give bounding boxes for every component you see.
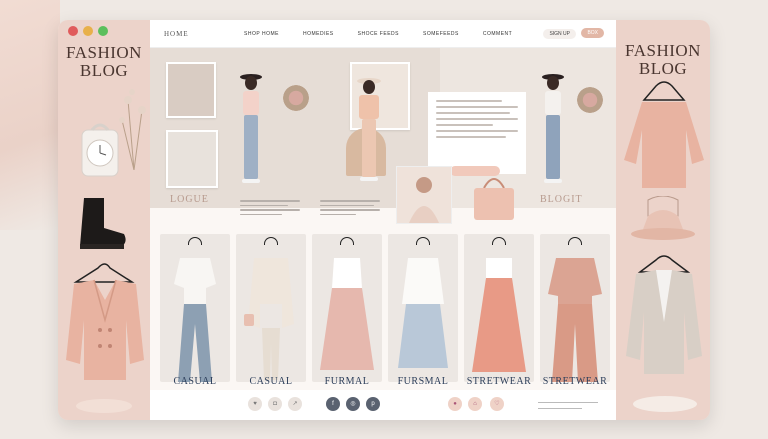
dried-flowers-icon — [118, 80, 150, 171]
blazer-icon — [622, 252, 706, 382]
left-decor-panel: FASHION BLOG — [58, 20, 150, 420]
outfit-card-6[interactable] — [540, 234, 610, 382]
facebook-icon[interactable]: f — [326, 397, 340, 411]
text-column-1 — [240, 200, 300, 218]
card-label-1: CASUAL — [173, 376, 217, 387]
brand-title-left: FASHION BLOG — [66, 43, 142, 80]
blush-jacket-icon — [60, 260, 150, 388]
share-icon[interactable]: ↗ — [288, 397, 302, 411]
outfit-card-3[interactable] — [312, 234, 382, 382]
card-label-5: STRETWEAR — [466, 376, 532, 387]
model-figure-1 — [238, 74, 264, 183]
card-label-2: CASUAL — [249, 376, 293, 387]
top-nav: HOME SHOP HOME HOMEDIES SHOCE FEEDS SOME… — [150, 20, 616, 48]
pinterest-icon[interactable]: p — [366, 397, 380, 411]
shoes-icon — [74, 392, 134, 414]
feature-photo[interactable] — [396, 166, 452, 224]
cart-icon[interactable]: ⌂ — [468, 397, 482, 411]
footer-divider — [538, 408, 582, 409]
window-controls — [68, 26, 108, 36]
heart-outline-icon[interactable]: ♡ — [490, 397, 504, 411]
instagram-icon[interactable]: ◎ — [346, 397, 360, 411]
app-window: FASHION BLOG HOME SHOP HOME HOMEDIES SHO… — [58, 20, 710, 420]
outfit-card-5[interactable] — [464, 234, 534, 382]
footer-bar — [150, 390, 616, 420]
main-content: HOME SHOP HOME HOMEDIES SHOCE FEEDS SOME… — [150, 20, 616, 420]
model-figure-2 — [356, 78, 382, 181]
hero-text-card — [428, 92, 526, 174]
handbag-icon[interactable] — [466, 168, 522, 224]
nav-item-somefeeds[interactable]: SOMEFEEDS — [423, 31, 459, 37]
wall-frame-2 — [166, 130, 218, 188]
card-label-3: FURMAL — [324, 376, 370, 387]
bucket-hat-icon — [628, 195, 698, 246]
card-label-4: FURSMAL — [397, 376, 449, 387]
outfit-card-2[interactable] — [236, 234, 306, 382]
circle-icon[interactable]: ● — [448, 397, 462, 411]
model-figure-3 — [540, 74, 566, 183]
hero-banner — [150, 48, 616, 208]
nav-item-comment[interactable]: COMMENT — [483, 31, 512, 37]
alarm-clock-icon — [78, 120, 122, 180]
pink-sweater-icon — [620, 80, 708, 190]
sign-up-button[interactable]: SIGN UP — [543, 29, 576, 39]
nav-item-homedies[interactable]: HOMEDIES — [303, 31, 334, 37]
card-label-6: STRETWEAR — [542, 376, 608, 387]
text-column-2 — [320, 200, 380, 218]
outfit-card-1[interactable] — [160, 234, 230, 382]
background-fabric — [0, 0, 60, 230]
right-decor-panel: FASHION BLOG — [616, 20, 710, 420]
section-label-right: BLOGIT — [540, 194, 583, 205]
outfit-card-4[interactable] — [388, 234, 458, 382]
brand-title-right: FASHION BLOG — [625, 41, 701, 78]
flower-vase-icon — [276, 78, 316, 118]
nav-item-shop-home[interactable]: SHOP HOME — [244, 31, 279, 37]
footer-divider — [538, 402, 598, 403]
nav-logo[interactable]: HOME — [164, 30, 220, 38]
maximize-dot[interactable] — [98, 26, 108, 36]
boot-icon — [74, 198, 128, 250]
bag-icon[interactable]: ◘ — [268, 397, 282, 411]
flower-vase-icon — [570, 80, 610, 120]
minimize-dot[interactable] — [83, 26, 93, 36]
heart-icon[interactable]: ♥ — [248, 397, 262, 411]
wall-frame-1 — [166, 62, 216, 118]
shoes-icon — [630, 388, 700, 414]
section-label-left: LOGUE — [170, 194, 209, 205]
close-dot[interactable] — [68, 26, 78, 36]
nav-item-shoce-feeds[interactable]: SHOCE FEEDS — [358, 31, 399, 37]
nav-pill-button[interactable]: BOX — [581, 28, 604, 38]
